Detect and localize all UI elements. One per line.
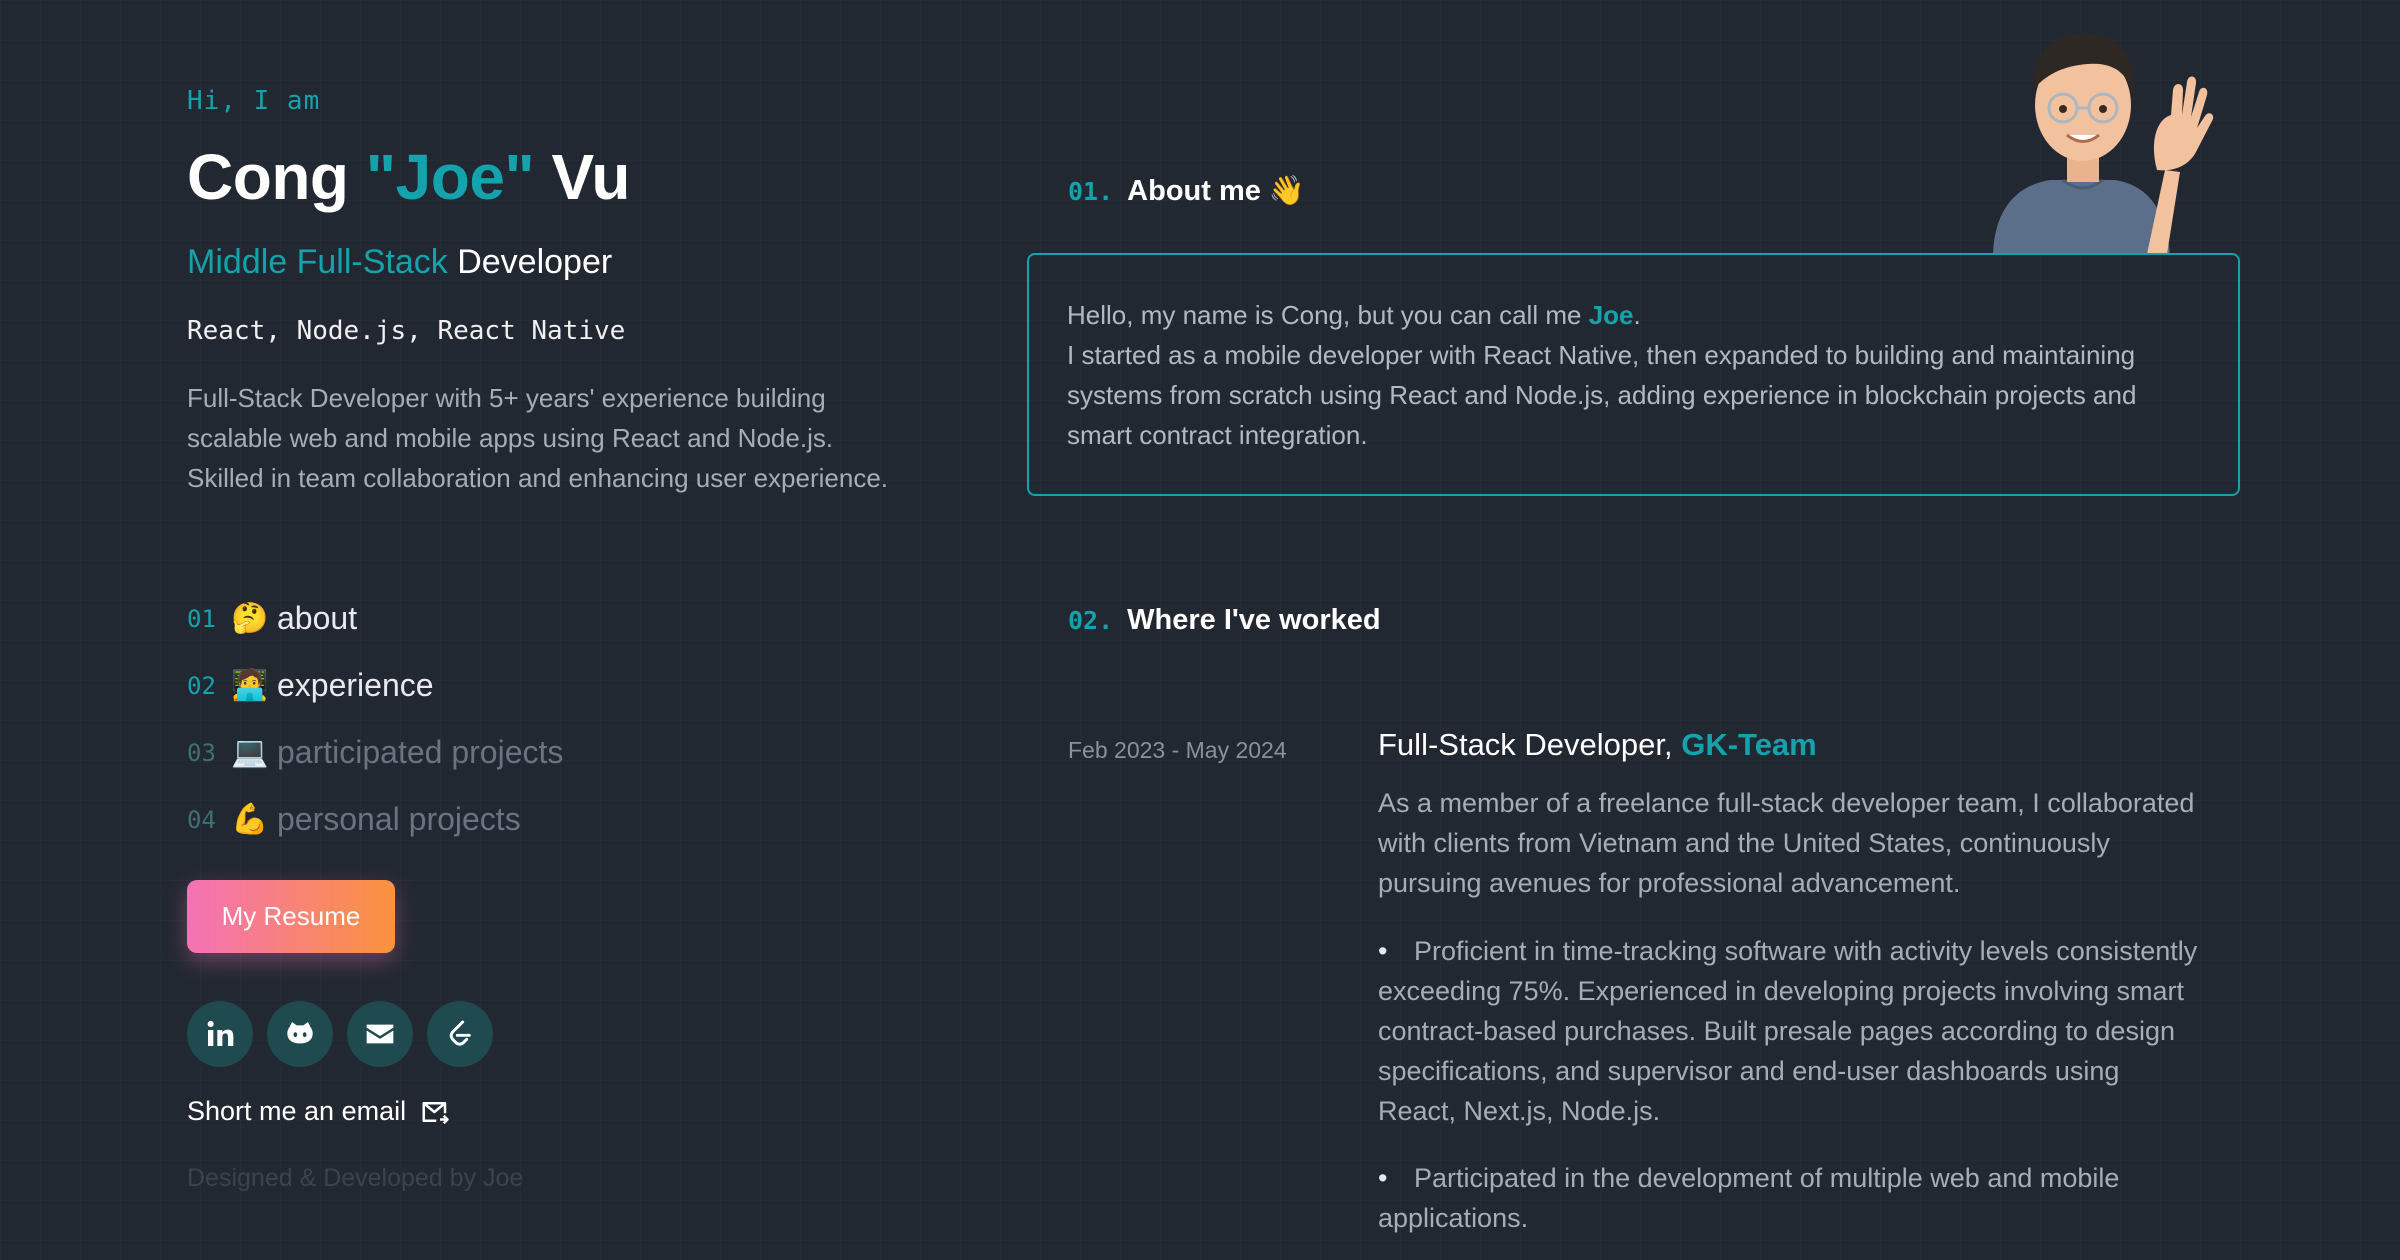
list-item: • Participated in the development of mult… bbox=[1378, 1158, 2198, 1238]
nav-item-participated-projects[interactable]: 03 💻 participated projects bbox=[187, 719, 563, 786]
technologist-icon: 🧑‍💻 bbox=[231, 669, 269, 702]
footer-credit: Designed & Developed by Joe bbox=[187, 1164, 524, 1192]
job-position: Full-Stack Developer, bbox=[1378, 727, 1682, 762]
nav-item-experience[interactable]: 02 🧑‍💻 experience bbox=[187, 652, 563, 719]
work-section-title: 02. Where I've worked bbox=[1068, 604, 1381, 637]
last-name: Vu bbox=[534, 141, 631, 213]
job-bullets: • Proficient in time-tracking software wi… bbox=[1378, 931, 2198, 1260]
job-company[interactable]: GK-Team bbox=[1681, 727, 1817, 762]
github-icon bbox=[287, 1022, 313, 1044]
about-intro: Hello, my name is Cong, but you can call… bbox=[1067, 295, 2200, 335]
nav-item-label: participated projects bbox=[277, 734, 564, 770]
linkedin-icon bbox=[207, 1020, 234, 1046]
list-item: • Proficient in time-tracking software wi… bbox=[1378, 931, 2198, 1131]
section-number: 02. bbox=[1068, 606, 1114, 635]
github-link[interactable] bbox=[267, 1001, 333, 1067]
about-paragraph: I started as a mobile developer with Rea… bbox=[1067, 340, 2137, 450]
job-title: Full-Stack Developer, GK-Team bbox=[1378, 727, 1817, 763]
leetcode-icon bbox=[449, 1020, 471, 1046]
job-description: As a member of a freelance full-stack de… bbox=[1378, 788, 2195, 898]
section-heading: Where I've worked bbox=[1127, 604, 1381, 636]
bullet-icon: • bbox=[1378, 1163, 1388, 1193]
role-level: Middle Full-Stack bbox=[187, 243, 448, 281]
role-title: Developer bbox=[447, 243, 613, 281]
mail-link[interactable] bbox=[347, 1001, 413, 1067]
nav-item-number: 02 bbox=[187, 671, 216, 700]
flexed-biceps-icon: 💪 bbox=[231, 803, 269, 836]
mail-send-icon bbox=[422, 1101, 449, 1124]
summary: Full-Stack Developer with 5+ years' expe… bbox=[187, 383, 888, 493]
nav-item-number: 01 bbox=[187, 604, 216, 633]
thinking-face-icon: 🤔 bbox=[231, 602, 269, 635]
email-link[interactable]: Short me an email bbox=[187, 1096, 450, 1127]
about-section-title: 01. About me 👋 bbox=[1068, 174, 1305, 208]
mail-icon bbox=[366, 1024, 394, 1044]
about-card: Hello, my name is Cong, but you can call… bbox=[1027, 253, 2240, 496]
bullet-icon: • bbox=[1378, 936, 1388, 966]
about-intro-end: . bbox=[1633, 300, 1641, 330]
job-date: Feb 2023 - May 2024 bbox=[1068, 737, 1287, 763]
laptop-icon: 💻 bbox=[231, 736, 269, 769]
nav-item-about[interactable]: 01 🤔 about bbox=[187, 585, 563, 652]
section-nav: 01 🤔 about 02 🧑‍💻 experience 03 💻 partic… bbox=[187, 585, 563, 853]
role: Middle Full-Stack Developer bbox=[187, 243, 612, 282]
nav-item-label: about bbox=[277, 600, 358, 636]
tech-stack: React, Node.js, React Native bbox=[187, 316, 626, 346]
section-heading: About me 👋 bbox=[1127, 175, 1306, 207]
bullet-text: Proficient in time-tracking software wit… bbox=[1378, 936, 2198, 1126]
page-title: Cong "Joe" Vu bbox=[187, 140, 630, 214]
nickname: "Joe" bbox=[365, 141, 535, 213]
section-number: 01. bbox=[1068, 177, 1114, 206]
nav-item-label: experience bbox=[277, 667, 434, 703]
nav-item-personal-projects[interactable]: 04 💪 personal projects bbox=[187, 786, 563, 853]
nav-item-label: personal projects bbox=[277, 801, 521, 837]
linkedin-link[interactable] bbox=[187, 1001, 253, 1067]
social-links bbox=[187, 1001, 493, 1067]
greeting: Hi, I am bbox=[187, 86, 321, 116]
avatar bbox=[1993, 33, 2214, 254]
resume-button[interactable]: My Resume bbox=[187, 880, 395, 953]
email-link-label: Short me an email bbox=[187, 1096, 407, 1126]
about-intro-text: Hello, my name is Cong, but you can call… bbox=[1067, 300, 1589, 330]
nav-item-number: 03 bbox=[187, 738, 216, 767]
bullet-text: Participated in the development of multi… bbox=[1378, 1163, 2120, 1233]
nav-item-number: 04 bbox=[187, 805, 216, 834]
about-nickname: Joe bbox=[1588, 300, 1634, 330]
leetcode-link[interactable] bbox=[427, 1001, 493, 1067]
first-name: Cong bbox=[187, 141, 366, 213]
